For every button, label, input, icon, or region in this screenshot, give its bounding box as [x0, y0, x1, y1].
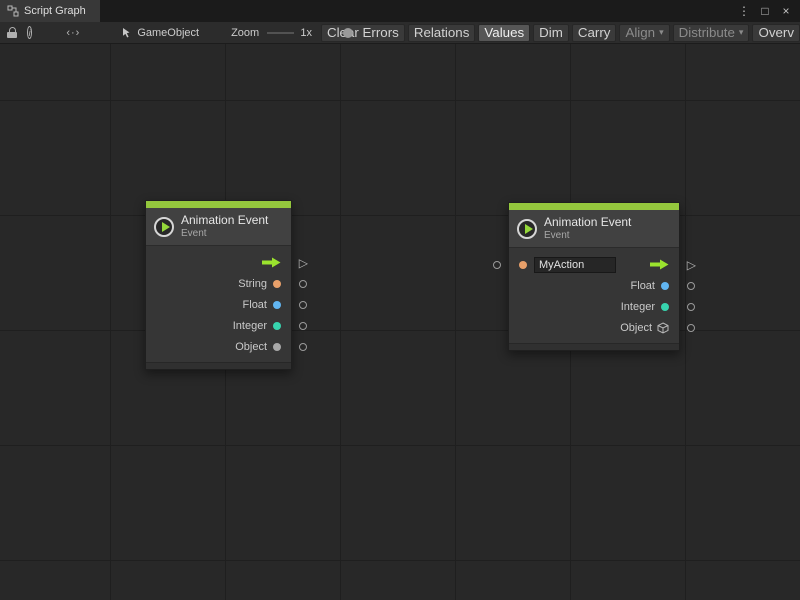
name-input-row: ▷ [509, 254, 679, 275]
distribute-label: Distribute [679, 25, 735, 40]
align-dropdown[interactable]: Align ▾ [619, 24, 669, 42]
zoom-value: 1x [300, 27, 312, 39]
titlebar: Script Graph ⋮ □ × [0, 0, 800, 22]
clear-errors-button[interactable]: Clear Errors [321, 24, 405, 42]
float-output-label: Float [631, 280, 655, 292]
node-body: ▷ Float Integer Object [509, 247, 679, 343]
graph-toolbar: i ‹·› GameObject Zoom 1x Clear Errors Re… [0, 22, 800, 44]
clear-errors-label: Clear Errors [327, 25, 399, 40]
object-output-port[interactable] [299, 343, 307, 351]
integer-output-label: Integer [233, 320, 267, 332]
event-color-strip [509, 203, 679, 210]
graph-canvas[interactable]: Animation Event Event ▷ String Floa [0, 44, 800, 600]
string-type-dot [273, 280, 281, 288]
values-button[interactable]: Values [478, 24, 530, 42]
tab-label: Script Graph [24, 5, 86, 17]
name-input-port[interactable] [493, 261, 501, 269]
play-triangle [525, 224, 533, 234]
object-output-row: Object [509, 317, 679, 338]
relations-label: Relations [414, 25, 470, 40]
info-icon[interactable]: i [27, 26, 32, 39]
gameobject-target[interactable]: GameObject [120, 27, 199, 39]
node-title: Animation Event [544, 216, 631, 229]
node-titles: Animation Event Event [544, 216, 631, 241]
integer-output-row: Integer [146, 315, 291, 336]
dim-button[interactable]: Dim [533, 24, 569, 42]
relations-button[interactable]: Relations [408, 24, 476, 42]
float-type-dot [661, 282, 669, 290]
menu-icon[interactable]: ⋮ [738, 4, 750, 18]
overview-button[interactable]: Overv [752, 24, 800, 42]
action-name-field[interactable] [534, 257, 616, 273]
node-animation-event-2[interactable]: Animation Event Event ▷ Float [508, 202, 680, 351]
object-output-row: Object [146, 336, 291, 357]
lock-icon[interactable] [7, 27, 17, 38]
carry-label: Carry [578, 25, 611, 40]
window-controls: ⋮ □ × [738, 0, 800, 22]
distribute-dropdown[interactable]: Distribute ▾ [673, 24, 750, 42]
integer-type-dot [273, 322, 281, 330]
dim-label: Dim [539, 25, 563, 40]
gameobject-label: GameObject [137, 27, 199, 39]
node-header[interactable]: Animation Event Event [509, 210, 679, 247]
float-output-label: Float [243, 299, 267, 311]
node-subtitle: Event [544, 230, 631, 241]
lock-body [7, 32, 17, 38]
string-output-label: String [238, 278, 267, 290]
code-brackets-icon[interactable]: ‹·› [66, 27, 80, 39]
chevron-down-icon: ▾ [659, 27, 664, 38]
zoom-slider[interactable] [267, 27, 294, 39]
flow-output-port[interactable]: ▷ [299, 256, 308, 268]
string-output-row: String [146, 273, 291, 294]
node-header[interactable]: Animation Event Event [146, 208, 291, 245]
float-output-row: Float [509, 275, 679, 296]
close-icon[interactable]: × [780, 4, 792, 18]
integer-output-port[interactable] [299, 322, 307, 330]
node-title: Animation Event [181, 214, 268, 227]
flow-output-port[interactable]: ▷ [687, 258, 696, 270]
script-graph-window: Script Graph ⋮ □ × i ‹·› GameObject Zoom… [0, 0, 800, 600]
object-type-dot [273, 343, 281, 351]
integer-type-dot [661, 303, 669, 311]
tab-script-graph[interactable]: Script Graph [0, 0, 100, 22]
event-play-icon [517, 219, 537, 239]
object-output-label: Object [620, 322, 652, 334]
float-output-port[interactable] [299, 301, 307, 309]
object-cube-icon [657, 322, 669, 334]
node-body: ▷ String Float Integer [146, 245, 291, 362]
flow-output-row: ▷ [146, 252, 291, 273]
values-label: Values [484, 25, 524, 40]
overview-label: Overv [758, 25, 794, 40]
chevron-down-icon: ▾ [739, 27, 744, 38]
graph-icon [7, 5, 19, 17]
string-type-dot [519, 261, 527, 269]
align-label: Align [625, 25, 655, 40]
flow-arrow-icon [262, 257, 281, 268]
node-footer [509, 343, 679, 350]
integer-output-row: Integer [509, 296, 679, 317]
event-color-strip [146, 201, 291, 208]
node-titles: Animation Event Event [181, 214, 268, 239]
integer-output-label: Integer [621, 301, 655, 313]
float-type-dot [273, 301, 281, 309]
play-triangle [162, 222, 170, 232]
zoom-slider-track[interactable] [267, 32, 294, 34]
node-footer [146, 362, 291, 369]
zoom-slider-thumb[interactable] [343, 28, 353, 38]
event-play-icon [154, 217, 174, 237]
flow-arrow-icon [650, 259, 669, 270]
object-output-port[interactable] [687, 324, 695, 332]
integer-output-port[interactable] [687, 303, 695, 311]
float-output-port[interactable] [687, 282, 695, 290]
float-output-row: Float [146, 294, 291, 315]
node-subtitle: Event [181, 228, 268, 239]
string-output-port[interactable] [299, 280, 307, 288]
gameobject-icon [120, 27, 132, 39]
node-animation-event-1[interactable]: Animation Event Event ▷ String Floa [145, 200, 292, 370]
object-output-label: Object [235, 341, 267, 353]
carry-button[interactable]: Carry [572, 24, 617, 42]
zoom-label: Zoom [231, 27, 259, 39]
maximize-icon[interactable]: □ [759, 4, 771, 18]
